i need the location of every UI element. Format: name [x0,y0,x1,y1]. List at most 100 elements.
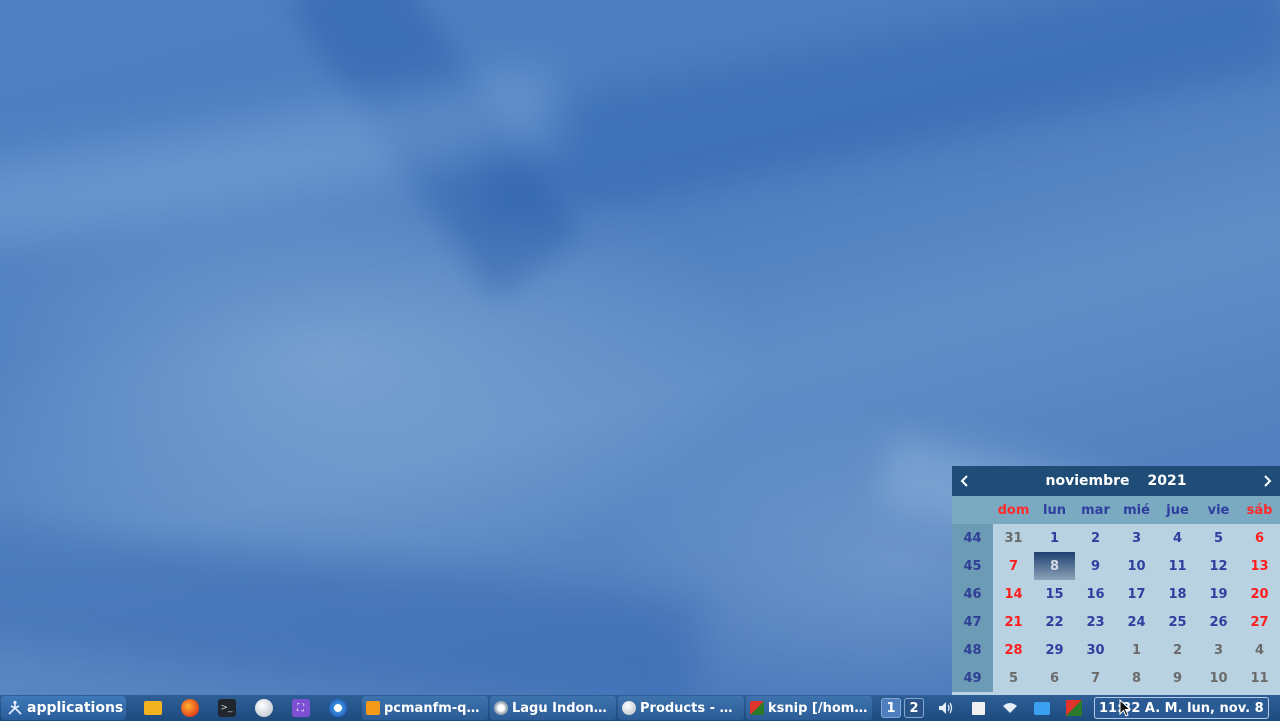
quick-launch: >_ ⛶ [134,695,356,721]
calendar-day[interactable]: 13 [1239,552,1280,580]
week-number: 49 [952,664,993,692]
globe-icon [254,699,273,717]
task-list: pcmanfm-qt ... Lagu Indones... Products … [362,696,872,720]
calendar-day[interactable]: 10 [1116,552,1157,580]
calendar-day[interactable]: 9 [1157,664,1198,692]
calendar-header: noviembre 2021 [952,466,1280,496]
wallpaper-band [286,0,584,299]
applications-label: applications [27,700,124,716]
weekday-header: vie [1198,496,1239,524]
calendar-day[interactable]: 27 [1239,608,1280,636]
calendar-day[interactable]: 1 [1034,524,1075,552]
browser-icon [328,699,347,717]
calendar-day[interactable]: 9 [1075,552,1116,580]
prev-month-button[interactable] [952,466,978,496]
month-label[interactable]: noviembre [1046,473,1130,489]
applications-menu-button[interactable]: applications [1,696,126,720]
calendar-day[interactable]: 5 [1198,524,1239,552]
task-ksnip[interactable]: ksnip [/home... [746,696,872,720]
ksnip-icon [1066,700,1082,716]
calendar-day[interactable]: 15 [1034,580,1075,608]
calendar-day-today[interactable]: 8 [1034,552,1075,580]
calendar-day[interactable]: 20 [1239,580,1280,608]
weekday-header: lun [1034,496,1075,524]
calendar-day[interactable]: 16 [1075,580,1116,608]
week-number: 44 [952,524,993,552]
task-pcmanfm[interactable]: pcmanfm-qt ... [362,696,488,720]
chat-icon [1034,701,1050,715]
week-number: 47 [952,608,993,636]
desktop-2-button[interactable]: 2 [904,698,924,718]
calendar-day[interactable]: 11 [1239,664,1280,692]
menu-icon [7,700,23,716]
calendar-day[interactable]: 18 [1157,580,1198,608]
weekday-header: mié [1116,496,1157,524]
calendar-day[interactable]: 8 [1116,664,1157,692]
calendar-day[interactable]: 19 [1198,580,1239,608]
year-label[interactable]: 2021 [1148,473,1187,489]
task-label: Products - pli... [640,700,740,716]
calendar-day[interactable]: 6 [1239,524,1280,552]
launch-screenshot[interactable]: ⛶ [282,695,319,721]
calendar-day[interactable]: 22 [1034,608,1075,636]
ksnip-tray-button[interactable] [1058,695,1090,721]
weekday-header: jue [1157,496,1198,524]
weekday-header: sáb [1239,496,1280,524]
wallpaper-band [0,520,705,695]
calendar-day[interactable]: 30 [1075,636,1116,664]
terminal-icon: >_ [217,699,236,717]
clipboard-icon [971,701,985,715]
folder-icon [143,701,162,715]
calendar-day[interactable]: 23 [1075,608,1116,636]
task-label: ksnip [/home... [768,700,868,716]
calendar-day[interactable]: 28 [993,636,1034,664]
wifi-icon [1003,703,1017,713]
notifications-button[interactable] [1026,695,1058,721]
network-button[interactable] [994,695,1026,721]
desktop-1-button[interactable]: 1 [881,698,901,718]
week-number: 45 [952,552,993,580]
calendar-day[interactable]: 25 [1157,608,1198,636]
calendar-day[interactable]: 4 [1157,524,1198,552]
weekday-header: mar [1075,496,1116,524]
calendar-day[interactable]: 6 [1034,664,1075,692]
launch-file-manager[interactable] [134,695,171,721]
calendar-day[interactable]: 29 [1034,636,1075,664]
calendar-day[interactable]: 31 [993,524,1034,552]
calendar-popup: noviembre 2021 dom lun mar mié jue vie sáb 44 31… [952,466,1280,695]
calendar-day[interactable]: 21 [993,608,1034,636]
launch-web-browser[interactable] [319,695,356,721]
calendar-day[interactable]: 4 [1239,636,1280,664]
calendar-day[interactable]: 1 [1116,636,1157,664]
calendar-day[interactable]: 7 [993,552,1034,580]
weekday-header: dom [993,496,1034,524]
calendar-day[interactable]: 14 [993,580,1034,608]
desktop-pager: 1 2 [881,698,924,718]
calendar-day[interactable]: 3 [1116,524,1157,552]
next-month-button[interactable] [1254,466,1280,496]
week-number: 46 [952,580,993,608]
calendar-day[interactable]: 5 [993,664,1034,692]
launch-firefox[interactable] [171,695,208,721]
launch-browser[interactable] [245,695,282,721]
calendar-day[interactable]: 2 [1075,524,1116,552]
task-products[interactable]: Products - pli... [618,696,744,720]
task-lagu[interactable]: Lagu Indones... [490,696,616,720]
clipboard-button[interactable] [962,695,994,721]
calendar-day[interactable]: 7 [1075,664,1116,692]
calendar-day[interactable]: 10 [1198,664,1239,692]
calendar-day[interactable]: 11 [1157,552,1198,580]
clock-button[interactable]: 11:32 A. M. lun, nov. 8 [1094,697,1269,719]
volume-button[interactable] [930,695,962,721]
calendar-day[interactable]: 17 [1116,580,1157,608]
ksnip-icon [750,701,764,715]
calendar-day[interactable]: 26 [1198,608,1239,636]
firefox-icon [180,699,199,717]
launch-terminal[interactable]: >_ [208,695,245,721]
calendar-day[interactable]: 2 [1157,636,1198,664]
chevron-left-icon [960,475,968,487]
calendar-day[interactable]: 3 [1198,636,1239,664]
chevron-right-icon [1264,475,1272,487]
calendar-day[interactable]: 24 [1116,608,1157,636]
calendar-day[interactable]: 12 [1198,552,1239,580]
